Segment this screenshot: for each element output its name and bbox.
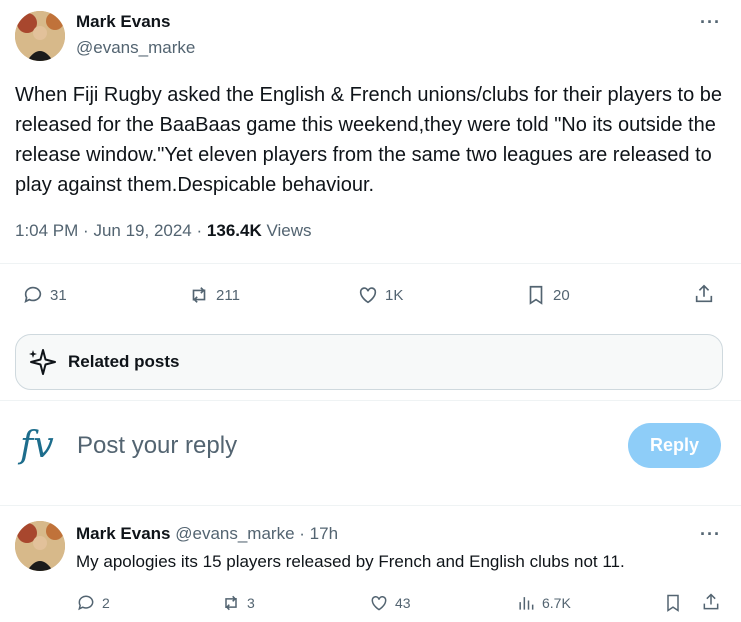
- repost-count: 211: [216, 286, 240, 304]
- reply-action-button[interactable]: 31: [22, 284, 67, 306]
- reply-like-count: 43: [395, 595, 411, 611]
- reply-icon: [78, 595, 94, 611]
- reply-time[interactable]: · 17h: [299, 524, 338, 543]
- repost-action-button[interactable]: 211: [188, 284, 240, 306]
- share-icon: [703, 593, 719, 610]
- reply-more-options-icon[interactable]: ···: [700, 524, 721, 545]
- reply-like-button[interactable]: 43: [369, 593, 411, 613]
- reply-text: My apologies its 15 players released by …: [76, 552, 625, 571]
- reply-bookmark-button[interactable]: [663, 593, 683, 613]
- share-icon: [695, 284, 713, 303]
- views-count: 136.4K: [206, 221, 262, 240]
- reply-icon: [24, 286, 42, 303]
- related-posts-button[interactable]: Related posts: [15, 334, 723, 390]
- reply-repost-count: 3: [247, 595, 255, 611]
- related-posts-label: Related posts: [68, 352, 180, 371]
- heart-icon: [371, 595, 387, 611]
- reply-reply-button[interactable]: 2: [76, 593, 110, 613]
- divider: [0, 505, 741, 506]
- repost-icon: [192, 287, 206, 303]
- tweet-text: When Fiji Rugby asked the English & Fren…: [15, 84, 723, 196]
- divider: [0, 400, 741, 401]
- analytics-icon: [519, 597, 534, 610]
- bookmark-action-button[interactable]: 20: [525, 284, 570, 306]
- meta-separator: ·: [196, 221, 203, 240]
- tweet-time[interactable]: 1:04 PM: [15, 221, 78, 240]
- bookmark-icon: [667, 594, 679, 612]
- heart-icon: [359, 287, 377, 304]
- reply-header: Mark Evans @evans_marke · 17h: [76, 524, 338, 544]
- user-logo[interactable]: fv: [20, 425, 54, 466]
- reply-input[interactable]: Post your reply: [77, 432, 237, 460]
- like-action-button[interactable]: 1K: [357, 284, 403, 306]
- more-options-icon[interactable]: ···: [700, 12, 721, 33]
- bookmark-count: 20: [553, 286, 570, 304]
- divider: [0, 263, 741, 264]
- reply-count: 31: [50, 286, 67, 304]
- reply-author-name[interactable]: Mark Evans: [76, 524, 171, 543]
- reply-button[interactable]: Reply: [628, 423, 721, 468]
- reply-share-button[interactable]: [701, 592, 721, 612]
- views-label: Views: [266, 221, 312, 240]
- share-action-button[interactable]: [693, 283, 715, 305]
- reply-author-avatar[interactable]: [15, 521, 65, 571]
- reply-views-count: 6.7K: [542, 595, 571, 611]
- author-name[interactable]: Mark Evans: [76, 12, 171, 32]
- reply-repost-button[interactable]: 3: [221, 593, 255, 613]
- like-count: 1K: [385, 286, 404, 304]
- author-avatar[interactable]: [15, 11, 65, 61]
- reply-views-button[interactable]: 6.7K: [516, 593, 571, 613]
- bookmark-icon: [529, 285, 543, 305]
- reply-author-handle[interactable]: @evans_marke: [175, 524, 294, 543]
- reply-reply-count: 2: [102, 595, 110, 611]
- tweet-date[interactable]: Jun 19, 2024: [93, 221, 191, 240]
- author-handle[interactable]: @evans_marke: [76, 38, 195, 58]
- tweet-meta: 1:04 PM · Jun 19, 2024 · 136.4K Views: [15, 221, 312, 241]
- repost-icon: [225, 595, 237, 611]
- sparkle-icon: [29, 349, 56, 375]
- meta-separator: ·: [83, 221, 89, 240]
